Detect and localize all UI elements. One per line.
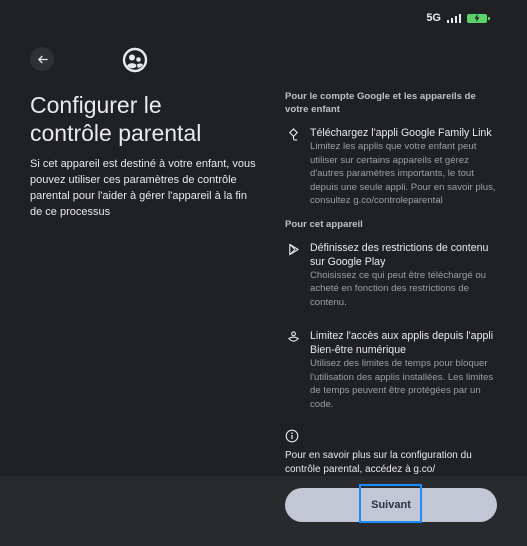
info-note: Pour en savoir plus sur la configuration… (285, 450, 472, 475)
item-family-link-title: Téléchargez l'appli Google Family Link (310, 127, 492, 139)
page-title: Configurer le contrôle parental (30, 92, 202, 146)
section-heading-device: Pour cet appareil (285, 218, 363, 230)
wellbeing-icon (288, 331, 299, 342)
network-label: 5G (426, 12, 441, 24)
item-play-restrictions-desc: Choisissez ce qui peut être téléchargé o… (310, 269, 486, 308)
item-play-restrictions: Définissez des restrictions de contenu s… (285, 241, 497, 310)
play-store-icon (289, 243, 299, 255)
battery-charging-icon (467, 13, 490, 23)
arrow-left-icon (37, 55, 48, 63)
family-link-icon (122, 47, 148, 73)
signal-icon (447, 13, 461, 23)
content-panel[interactable]: Pour le compte Google et les appareils d… (285, 90, 497, 475)
back-button[interactable] (30, 47, 54, 71)
status-bar: 5G (426, 12, 490, 24)
diamond-hand-icon (288, 128, 299, 141)
item-play-restrictions-title: Définissez des restrictions de contenu s… (310, 241, 489, 268)
section-heading-child-account: Pour le compte Google et les appareils d… (285, 91, 476, 115)
item-wellbeing-desc: Utilisez des limites de temps pour bloqu… (310, 358, 494, 410)
item-wellbeing-title: Limitez l'accès aux applis depuis l'appl… (310, 330, 494, 356)
item-wellbeing: Limitez l'accès aux applis depuis l'appl… (285, 329, 497, 411)
info-icon (285, 429, 299, 443)
focus-ring (359, 484, 422, 523)
item-family-link-desc: Limitez les applis que votre enfant peut… (310, 141, 496, 206)
intro-text: Si cet appareil est destiné à votre enfa… (30, 158, 256, 218)
item-family-link: Téléchargez l'appli Google Family Link L… (285, 126, 497, 208)
